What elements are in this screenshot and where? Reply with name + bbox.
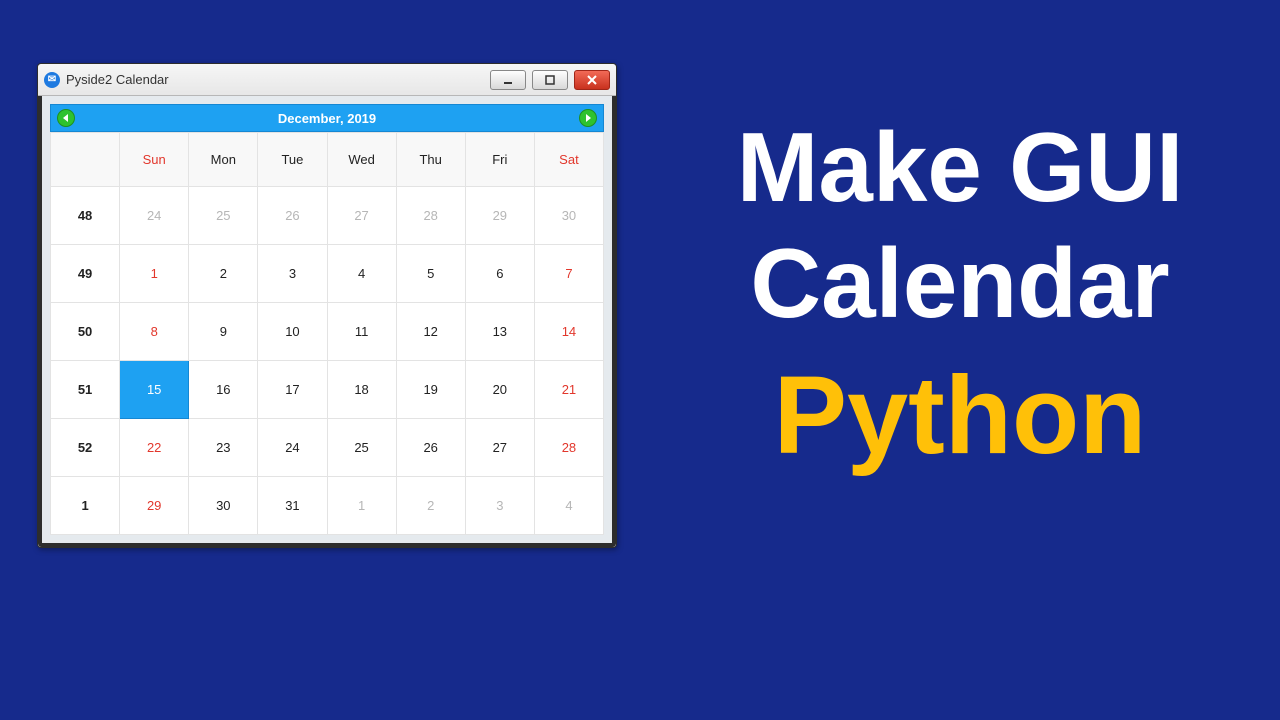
day-cell[interactable]: 26 xyxy=(258,187,327,245)
headline: Make GUI Calendar Python xyxy=(670,110,1250,481)
header-mon: Mon xyxy=(189,133,258,187)
day-cell[interactable]: 1 xyxy=(120,245,189,303)
header-sat: Sat xyxy=(534,133,603,187)
headline-line1: Make GUI xyxy=(670,110,1250,226)
day-cell[interactable]: 24 xyxy=(258,419,327,477)
day-cell[interactable]: 3 xyxy=(258,245,327,303)
day-cell[interactable]: 13 xyxy=(465,303,534,361)
week-number: 52 xyxy=(51,419,120,477)
close-button[interactable] xyxy=(574,70,610,90)
day-cell[interactable]: 31 xyxy=(258,477,327,535)
day-cell[interactable]: 23 xyxy=(189,419,258,477)
minimize-button[interactable] xyxy=(490,70,526,90)
calendar-table: Sun Mon Tue Wed Thu Fri Sat 482425262728… xyxy=(50,132,604,535)
arrow-right-icon xyxy=(583,113,593,123)
prev-month-button[interactable] xyxy=(57,109,75,127)
header-thu: Thu xyxy=(396,133,465,187)
day-cell[interactable]: 5 xyxy=(396,245,465,303)
window-body: December, 2019 Sun Mon Tue Wed Thu Fri S… xyxy=(38,96,616,547)
close-icon xyxy=(586,74,598,86)
header-tue: Tue xyxy=(258,133,327,187)
calendar-window: ✉ Pyside2 Calendar December, 2019 xyxy=(37,63,617,548)
header-fri: Fri xyxy=(465,133,534,187)
day-cell[interactable]: 30 xyxy=(189,477,258,535)
arrow-left-icon xyxy=(61,113,71,123)
week-number: 51 xyxy=(51,361,120,419)
headline-line3: Python xyxy=(670,351,1250,481)
calendar-row: 491234567 xyxy=(51,245,604,303)
day-cell[interactable]: 30 xyxy=(534,187,603,245)
day-cell[interactable]: 11 xyxy=(327,303,396,361)
calendar-header: Sun Mon Tue Wed Thu Fri Sat xyxy=(51,133,604,187)
day-cell[interactable]: 29 xyxy=(120,477,189,535)
calendar-body: 4824252627282930491234567508910111213145… xyxy=(51,187,604,535)
app-icon: ✉ xyxy=(44,72,60,88)
day-cell[interactable]: 24 xyxy=(120,187,189,245)
day-cell[interactable]: 4 xyxy=(534,477,603,535)
day-cell[interactable]: 27 xyxy=(465,419,534,477)
day-cell[interactable]: 12 xyxy=(396,303,465,361)
calendar-navbar: December, 2019 xyxy=(50,104,604,132)
calendar-row: 4824252627282930 xyxy=(51,187,604,245)
day-cell[interactable]: 16 xyxy=(189,361,258,419)
header-sun: Sun xyxy=(120,133,189,187)
headline-line2: Calendar xyxy=(670,226,1250,342)
window-title: Pyside2 Calendar xyxy=(66,72,169,87)
week-number: 1 xyxy=(51,477,120,535)
next-month-button[interactable] xyxy=(579,109,597,127)
day-cell[interactable]: 21 xyxy=(534,361,603,419)
day-cell[interactable]: 15 xyxy=(120,361,189,419)
day-cell[interactable]: 3 xyxy=(465,477,534,535)
day-cell[interactable]: 2 xyxy=(396,477,465,535)
week-number: 48 xyxy=(51,187,120,245)
day-cell[interactable]: 22 xyxy=(120,419,189,477)
day-cell[interactable]: 14 xyxy=(534,303,603,361)
calendar-row: 5222232425262728 xyxy=(51,419,604,477)
day-cell[interactable]: 8 xyxy=(120,303,189,361)
day-cell[interactable]: 25 xyxy=(189,187,258,245)
day-cell[interactable]: 10 xyxy=(258,303,327,361)
day-cell[interactable]: 17 xyxy=(258,361,327,419)
day-cell[interactable]: 4 xyxy=(327,245,396,303)
day-cell[interactable]: 29 xyxy=(465,187,534,245)
headline-text-gui: GUI xyxy=(1009,112,1183,222)
maximize-icon xyxy=(544,74,556,86)
minimize-icon xyxy=(502,74,514,86)
day-cell[interactable]: 26 xyxy=(396,419,465,477)
day-cell[interactable]: 27 xyxy=(327,187,396,245)
headline-text-make: Make xyxy=(737,112,1009,222)
day-cell[interactable]: 19 xyxy=(396,361,465,419)
day-cell[interactable]: 1 xyxy=(327,477,396,535)
week-number: 49 xyxy=(51,245,120,303)
day-cell[interactable]: 6 xyxy=(465,245,534,303)
header-wed: Wed xyxy=(327,133,396,187)
calendar-row: 12930311234 xyxy=(51,477,604,535)
maximize-button[interactable] xyxy=(532,70,568,90)
day-cell[interactable]: 18 xyxy=(327,361,396,419)
day-cell[interactable]: 20 xyxy=(465,361,534,419)
day-cell[interactable]: 28 xyxy=(534,419,603,477)
day-cell[interactable]: 7 xyxy=(534,245,603,303)
calendar-row: 50891011121314 xyxy=(51,303,604,361)
day-cell[interactable]: 25 xyxy=(327,419,396,477)
month-year-label[interactable]: December, 2019 xyxy=(278,111,376,126)
day-cell[interactable]: 2 xyxy=(189,245,258,303)
calendar-row: 5115161718192021 xyxy=(51,361,604,419)
day-cell[interactable]: 28 xyxy=(396,187,465,245)
header-week-col xyxy=(51,133,120,187)
window-titlebar[interactable]: ✉ Pyside2 Calendar xyxy=(38,64,616,96)
day-cell[interactable]: 9 xyxy=(189,303,258,361)
week-number: 50 xyxy=(51,303,120,361)
